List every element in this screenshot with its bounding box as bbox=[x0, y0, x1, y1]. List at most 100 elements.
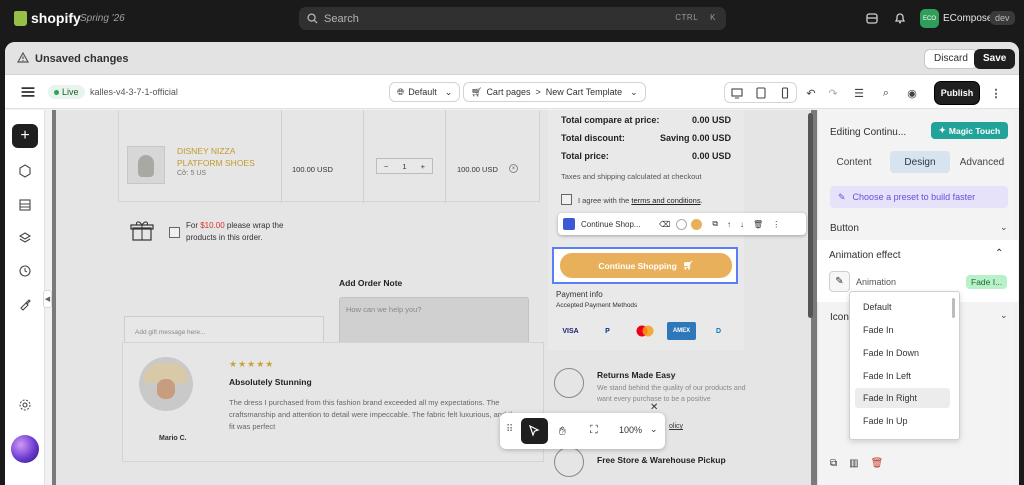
brush-icon[interactable] bbox=[18, 297, 32, 311]
canvas-scrollbar[interactable] bbox=[808, 113, 813, 318]
section-button[interactable]: Button bbox=[830, 223, 859, 234]
history-icon[interactable] bbox=[18, 264, 32, 278]
terms-checkbox[interactable] bbox=[561, 194, 572, 205]
desktop-icon[interactable] bbox=[731, 87, 743, 99]
breadcrumb-separator: > bbox=[535, 87, 541, 97]
store-avatar[interactable]: ECO bbox=[920, 9, 939, 28]
collapse-rail-icon[interactable]: ◀ bbox=[43, 290, 52, 308]
section-icon[interactable]: Icon bbox=[830, 312, 849, 323]
publish-button[interactable]: Publish bbox=[935, 82, 979, 104]
element-type-icon[interactable] bbox=[563, 218, 575, 230]
delete-icon[interactable]: 🗑︎ bbox=[753, 220, 763, 229]
cube-icon[interactable] bbox=[18, 164, 32, 178]
bell-icon[interactable] bbox=[893, 11, 907, 25]
tab-design[interactable]: Design bbox=[890, 151, 950, 173]
layers-icon[interactable] bbox=[18, 231, 32, 245]
inspect-icon[interactable]: ⌕ bbox=[877, 84, 895, 102]
element-name[interactable]: Continue Shop... bbox=[581, 220, 653, 229]
columns-icon[interactable]: ▥ bbox=[849, 458, 858, 469]
diners-icon: D bbox=[715, 327, 722, 335]
close-tooltip-icon[interactable]: ✕ bbox=[650, 402, 658, 413]
chevron-down-icon[interactable]: ⌄ bbox=[1000, 222, 1008, 233]
language-select[interactable]: 🌐︎ Default ⌄ bbox=[389, 82, 461, 102]
qty-value[interactable]: 1 bbox=[402, 162, 406, 171]
copy-icon[interactable]: ⧉ bbox=[830, 458, 837, 469]
assistant-orb-icon[interactable] bbox=[11, 435, 39, 463]
settings-gear-icon[interactable] bbox=[18, 398, 32, 412]
add-element-button[interactable]: + bbox=[12, 124, 38, 148]
move-down-icon[interactable]: ↓ bbox=[740, 220, 744, 229]
product-image[interactable] bbox=[127, 146, 165, 184]
product-price: 100.00 USD bbox=[292, 165, 333, 174]
zoom-level[interactable]: 100% bbox=[619, 425, 642, 435]
quantity-stepper[interactable]: − 1 + bbox=[376, 158, 433, 174]
option-fade-in-left[interactable]: Fade In Left bbox=[855, 366, 950, 386]
tablet-icon[interactable] bbox=[755, 87, 767, 99]
tab-advanced[interactable]: Advanced bbox=[952, 151, 1012, 173]
testimonial-card: ★★★★★ Absolutely Stunning The dress I pu… bbox=[122, 342, 544, 462]
cart-page: DISNEY NIZZA PLATFORM SHOES Cỡ: 5 US 100… bbox=[56, 110, 813, 485]
qty-minus-button[interactable]: − bbox=[384, 162, 388, 171]
total-price-row: Total price: 0.00 USD bbox=[561, 151, 731, 161]
discard-button[interactable]: Discard bbox=[924, 49, 978, 69]
tab-content[interactable]: Content bbox=[824, 151, 884, 173]
paint-icon[interactable]: ⌫ bbox=[659, 220, 670, 229]
zoom-chevron-icon[interactable]: ⌄ bbox=[650, 424, 663, 437]
fit-screen-icon[interactable]: ⛶ bbox=[590, 424, 603, 437]
compare-price-row: Total compare at price: 0.00 USD bbox=[561, 115, 731, 125]
template-breadcrumb[interactable]: 🛒︎ Cart pages > New Cart Template ⌄ bbox=[463, 82, 646, 102]
duplicate-icon[interactable]: ⧉ bbox=[712, 219, 718, 229]
option-fade-in[interactable]: Fade In bbox=[855, 320, 950, 340]
menu-icon[interactable] bbox=[19, 83, 37, 101]
qty-plus-button[interactable]: + bbox=[421, 162, 425, 171]
chevron-up-icon[interactable]: ⌃ bbox=[995, 248, 1003, 259]
more-icon[interactable]: ⋮ bbox=[772, 220, 780, 229]
select-tool-button[interactable] bbox=[521, 418, 548, 444]
preview-canvas: DISNEY NIZZA PLATFORM SHOES Cỡ: 5 US 100… bbox=[52, 110, 817, 485]
shopify-topbar: shopify Spring '26 Search CTRL K ECO ECom… bbox=[0, 0, 1024, 38]
terms-link[interactable]: terms and conditions bbox=[631, 196, 700, 205]
drag-handle-icon[interactable]: ⠿ bbox=[506, 424, 519, 437]
magic-touch-button[interactable]: ✦ Magic Touch bbox=[931, 122, 1008, 139]
remove-item-icon[interactable]: × bbox=[509, 164, 518, 173]
animation-section-title[interactable]: Animation effect bbox=[829, 250, 901, 261]
gift-wrap-checkbox[interactable] bbox=[169, 227, 180, 238]
panel-footer: ⧉ ▥ 🗑︎ bbox=[830, 458, 883, 469]
more-options-icon[interactable]: ⋮ bbox=[987, 84, 1005, 102]
orange-swatch-icon[interactable] bbox=[691, 218, 703, 230]
store-name[interactable]: EComposer bbox=[943, 13, 996, 24]
option-fade-in-right[interactable]: Fade In Right bbox=[855, 388, 950, 408]
trash-icon[interactable]: 🗑︎ bbox=[871, 458, 884, 469]
move-up-icon[interactable]: ↑ bbox=[727, 220, 731, 229]
preview-eye-icon[interactable]: ◉ bbox=[903, 84, 921, 102]
magic-label: Magic Touch bbox=[948, 125, 1001, 136]
option-fade-in-up[interactable]: Fade In Up bbox=[855, 411, 950, 431]
option-fade-in-down[interactable]: Fade In Down bbox=[855, 343, 950, 363]
canvas-tools: ⠿ ✋︎ ⛶ 100% ⌄ bbox=[500, 413, 665, 449]
edit-animation-button[interactable]: ✎ bbox=[829, 271, 850, 292]
product-name[interactable]: DISNEY NIZZA PLATFORM SHOES bbox=[177, 145, 267, 169]
line-total: 100.00 USD bbox=[457, 165, 498, 174]
store-icon[interactable] bbox=[865, 11, 879, 25]
sliders-icon[interactable]: ☰ bbox=[850, 84, 868, 102]
sections-icon[interactable] bbox=[18, 198, 32, 212]
save-button[interactable]: Save bbox=[974, 49, 1016, 69]
breadcrumb-cart-pages: Cart pages bbox=[486, 87, 531, 97]
order-note-input[interactable]: How can we help you? bbox=[339, 297, 529, 347]
mobile-icon[interactable] bbox=[779, 87, 791, 99]
undo-icon[interactable]: ↶ bbox=[802, 84, 820, 102]
shopify-logo[interactable]: shopify bbox=[14, 10, 81, 26]
mastercard-icon: MC bbox=[630, 322, 659, 340]
option-default[interactable]: Default bbox=[855, 297, 950, 317]
chevron-down-icon[interactable]: ⌄ bbox=[1000, 310, 1008, 321]
warning-icon bbox=[17, 52, 29, 63]
dropdown-scrollbar[interactable] bbox=[952, 298, 955, 318]
redo-icon[interactable]: ↷ bbox=[824, 84, 842, 102]
preset-picker[interactable]: ✎ Choose a preset to build faster bbox=[830, 186, 1008, 208]
returns-link[interactable]: olicy bbox=[669, 421, 709, 432]
animation-value-badge[interactable]: Fade I... bbox=[966, 275, 1008, 289]
continue-shopping-button[interactable]: Continue Shopping 🛒︎ bbox=[560, 253, 732, 278]
white-swatch-icon[interactable] bbox=[676, 218, 688, 230]
hand-tool-icon[interactable]: ✋︎ bbox=[559, 424, 572, 438]
search-bar[interactable]: Search CTRL K bbox=[299, 7, 726, 30]
